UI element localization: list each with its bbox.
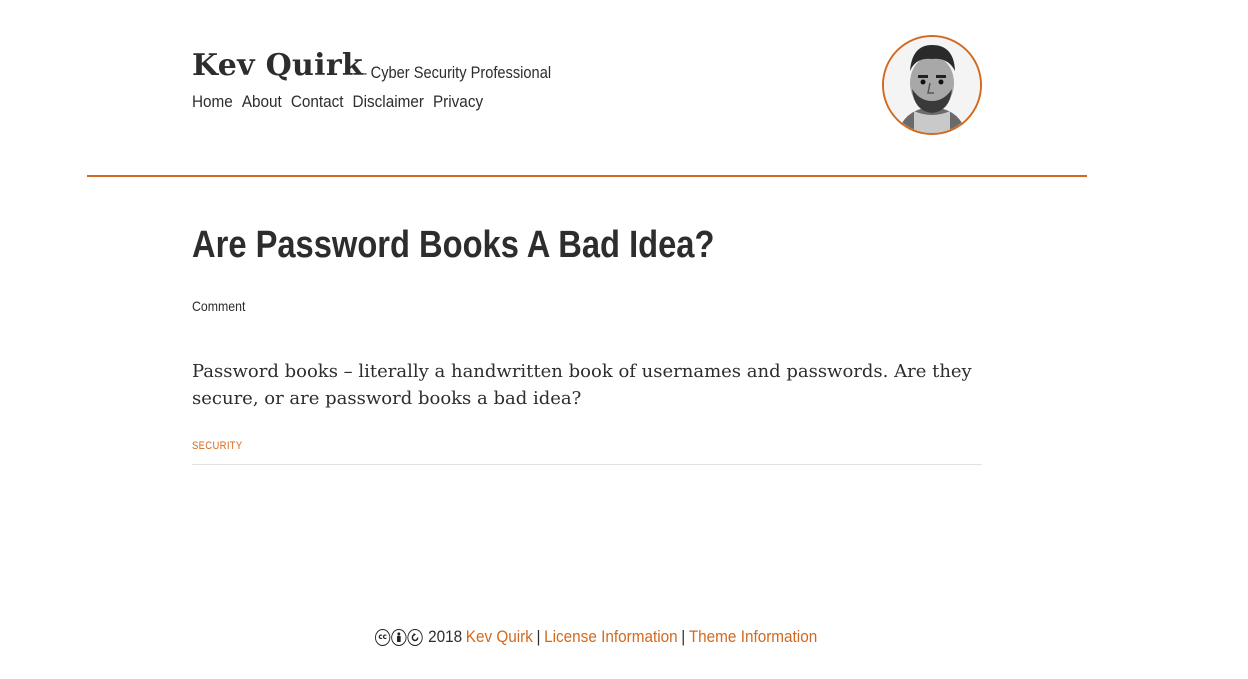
- sa-icon: [407, 628, 423, 646]
- category-tag[interactable]: SECURITY: [192, 440, 243, 452]
- post-divider: [192, 464, 982, 465]
- cc-license-icons[interactable]: cc: [375, 628, 423, 646]
- site-title[interactable]: Kev Quirk: [192, 48, 363, 83]
- cc-icon: cc: [375, 628, 391, 646]
- footer-separator: |: [681, 627, 686, 646]
- header-divider: [87, 175, 1087, 177]
- footer-license-link[interactable]: License Information: [544, 627, 678, 647]
- nav-disclaimer[interactable]: Disclaimer: [353, 92, 424, 112]
- by-icon: [391, 628, 407, 646]
- comment-link[interactable]: Comment: [192, 298, 245, 314]
- footer: cc 2018 Kev Quirk | License Information …: [375, 627, 817, 647]
- avatar[interactable]: [882, 35, 982, 135]
- site-tagline: — Cyber Security Professional: [352, 63, 552, 82]
- footer-author-link[interactable]: Kev Quirk: [466, 627, 533, 647]
- avatar-portrait: [884, 37, 980, 133]
- nav-contact[interactable]: Contact: [291, 92, 344, 112]
- footer-separator: |: [536, 627, 541, 646]
- nav-about[interactable]: About: [242, 92, 282, 112]
- post-excerpt: Password books – literally a handwritten…: [192, 361, 972, 409]
- main-nav: Home About Contact Disclaimer Privacy: [192, 92, 483, 112]
- footer-theme-link[interactable]: Theme Information: [689, 627, 817, 647]
- nav-home[interactable]: Home: [192, 92, 233, 112]
- nav-privacy[interactable]: Privacy: [433, 92, 483, 112]
- footer-year: 2018: [428, 627, 463, 646]
- post-title[interactable]: Are Password Books A Bad Idea?: [192, 224, 714, 267]
